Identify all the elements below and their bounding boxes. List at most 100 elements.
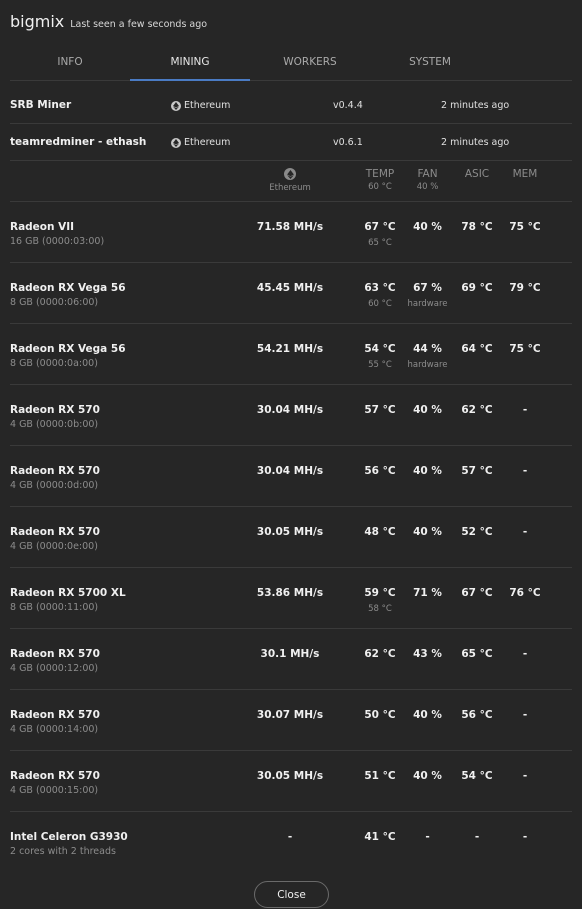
device-row: Radeon RX 5700 XL 8 GB (0000:11:00) 53.86 … — [10, 568, 572, 629]
device-mem-temp: - — [522, 404, 528, 416]
device-mem-temp: - — [522, 770, 528, 782]
device-name: Radeon RX Vega 56 — [10, 282, 126, 294]
close-button[interactable]: Close — [254, 881, 329, 908]
device-hashrate: 53.86 MH/s — [256, 587, 324, 599]
device-mem-temp: 76 °C — [509, 587, 541, 599]
device-hashrate: 30.04 MH/s — [256, 465, 324, 477]
device-hashrate: 71.58 MH/s — [256, 221, 324, 233]
miner-name: teamredminer - ethash — [10, 136, 147, 148]
device-temp-secondary: 58 °C — [368, 604, 392, 614]
device-details: 4 GB (0000:14:00) — [10, 724, 99, 735]
device-name: Radeon RX 570 — [10, 404, 100, 416]
device-fan: 44 % — [413, 343, 442, 355]
device-details: 8 GB (0000:0a:00) — [10, 358, 98, 369]
miner-coin-label: Ethereum — [184, 137, 231, 148]
tab-mining[interactable]: MINING — [130, 44, 250, 81]
device-details: 4 GB (0000:0b:00) — [10, 419, 99, 430]
device-hashrate: 30.05 MH/s — [256, 770, 324, 782]
device-name: Intel Celeron G3930 — [10, 831, 128, 843]
device-mem-temp: - — [522, 831, 528, 843]
mem-header-label: MEM — [512, 168, 538, 180]
device-row: Radeon RX 570 4 GB (0000:14:00) 30.07 MH/s… — [10, 690, 572, 751]
device-details: 4 GB (0000:0d:00) — [10, 480, 99, 491]
device-row: Radeon RX 570 4 GB (0000:12:00) 30.1 MH/s 6… — [10, 629, 572, 690]
device-name: Radeon RX 570 — [10, 465, 100, 477]
mem-column-header: MEM — [505, 168, 545, 180]
device-hashrate: 54.21 MH/s — [256, 343, 324, 355]
tab-workers[interactable]: WORKERS — [250, 44, 370, 80]
device-details: 16 GB (0000:03:00) — [10, 236, 105, 247]
device-row: Radeon RX 570 4 GB (0000:0d:00) 30.04 MH/s… — [10, 446, 572, 507]
miner-name: SRB Miner — [10, 99, 72, 111]
device-fan-mode: hardware — [407, 299, 448, 309]
asic-header-label: ASIC — [464, 168, 490, 180]
device-mem-temp: 79 °C — [509, 282, 541, 294]
device-fan: 43 % — [413, 648, 442, 660]
device-asic-temp: 56 °C — [461, 709, 493, 721]
device-details: 4 GB (0000:12:00) — [10, 663, 99, 674]
device-temp: 50 °C — [364, 709, 396, 721]
device-hashrate: - — [287, 831, 293, 843]
device-details: 8 GB (0000:11:00) — [10, 602, 99, 613]
device-mem-temp: 75 °C — [509, 343, 541, 355]
miner-updated: 2 minutes ago — [441, 137, 510, 148]
device-mem-temp: - — [522, 648, 528, 660]
tab-info[interactable]: INFO — [10, 44, 130, 80]
device-name: Radeon RX 570 — [10, 526, 100, 538]
device-temp: 51 °C — [364, 770, 396, 782]
device-temp: 57 °C — [364, 404, 396, 416]
device-temp: 63 °C — [364, 282, 396, 294]
device-fan-mode: hardware — [407, 360, 448, 370]
device-fan: 40 % — [413, 404, 442, 416]
device-temp: 56 °C — [364, 465, 396, 477]
device-asic-temp: 57 °C — [461, 465, 493, 477]
device-mem-temp: - — [522, 709, 528, 721]
device-mem-temp: - — [522, 526, 528, 538]
device-asic-temp: 54 °C — [461, 770, 493, 782]
ethereum-icon — [284, 168, 296, 180]
fan-column-header: FAN 40 % — [405, 168, 450, 192]
device-mem-temp: 75 °C — [509, 221, 541, 233]
device-name: Radeon RX Vega 56 — [10, 343, 126, 355]
device-temp-secondary: 60 °C — [368, 299, 392, 309]
miner-version: v0.6.1 — [333, 137, 363, 148]
device-name: Radeon VII — [10, 221, 75, 233]
device-asic-temp: 69 °C — [461, 282, 493, 294]
asic-column-header: ASIC — [457, 168, 497, 180]
device-hashrate: 30.04 MH/s — [256, 404, 324, 416]
device-fan: 71 % — [413, 587, 442, 599]
device-temp: 54 °C — [364, 343, 396, 355]
device-asic-temp: 67 °C — [461, 587, 493, 599]
miner-row: SRB Miner Ethereum v0.4.4 2 minutes ago — [10, 87, 572, 124]
device-asic-temp: 78 °C — [461, 221, 493, 233]
device-temp: 59 °C — [364, 587, 396, 599]
device-hashrate: 30.07 MH/s — [256, 709, 324, 721]
device-hashrate: 45.45 MH/s — [256, 282, 324, 294]
temp-header-limit: 60 °C — [368, 182, 392, 192]
device-asic-temp: - — [474, 831, 480, 843]
device-fan: 40 % — [413, 465, 442, 477]
tab-system[interactable]: SYSTEM — [370, 44, 490, 80]
temp-header-label: TEMP — [365, 168, 395, 180]
tab-bar: INFO MINING WORKERS SYSTEM — [10, 44, 572, 81]
ethereum-icon — [171, 100, 181, 111]
device-hashrate: 30.05 MH/s — [256, 526, 324, 538]
miner-updated: 2 minutes ago — [441, 100, 510, 111]
fan-header-limit: 40 % — [416, 182, 439, 192]
temp-column-header: TEMP 60 °C — [355, 168, 405, 192]
device-details: 2 cores with 2 threads — [10, 846, 116, 857]
worker-title: bigmix — [10, 12, 65, 31]
device-name: Radeon RX 570 — [10, 709, 100, 721]
miner-coin-label: Ethereum — [184, 100, 231, 111]
last-seen-text: Last seen a few seconds ago — [70, 19, 208, 30]
device-temp: 62 °C — [364, 648, 396, 660]
device-temp: 48 °C — [364, 526, 396, 538]
device-fan: - — [425, 831, 430, 843]
device-details: 8 GB (0000:06:00) — [10, 297, 99, 308]
miner-row: teamredminer - ethash Ethereum v0.6.1 2 … — [10, 124, 572, 161]
hashrate-coin-label: Ethereum — [269, 183, 311, 193]
header: bigmix Last seen a few seconds ago — [10, 12, 207, 36]
device-hashrate: 30.1 MH/s — [260, 648, 320, 660]
device-asic-temp: 52 °C — [461, 526, 493, 538]
device-asic-temp: 62 °C — [461, 404, 493, 416]
